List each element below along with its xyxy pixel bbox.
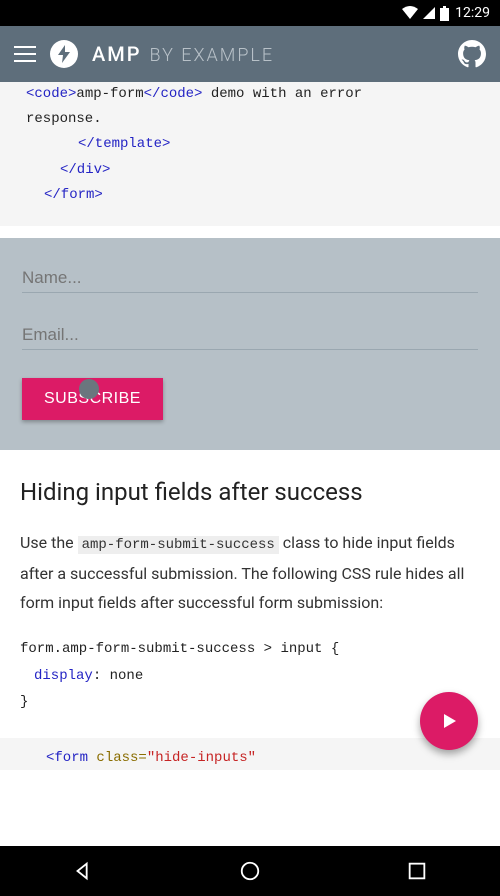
page-content[interactable]: <code>amp-form</code> demo with an error… (0, 82, 500, 846)
clock: 12:29 (455, 5, 490, 21)
amp-logo-icon (50, 40, 78, 68)
code-text: : none (93, 668, 143, 684)
code-text: </form> (44, 187, 103, 203)
code-text: <form (46, 750, 88, 766)
name-input[interactable] (22, 264, 478, 293)
menu-icon[interactable] (14, 46, 36, 62)
code-text: </code> (144, 86, 203, 102)
code-text: demo with an error (202, 86, 362, 102)
code-text: form.amp-form-submit-success > input { (20, 636, 480, 663)
code-text: amp-form (76, 86, 143, 102)
code-block-top: <code>amp-form</code> demo with an error… (0, 82, 500, 226)
section-paragraph: Use the amp-form-submit-success class to… (20, 528, 480, 618)
form-demo-card: SUBSCRIBE (0, 238, 500, 450)
code-text: } (20, 689, 480, 716)
code-text: class= (88, 750, 147, 766)
brand-main: AMP (92, 42, 142, 66)
recents-icon[interactable] (406, 860, 428, 882)
code-text: display (34, 668, 93, 684)
section-heading: Hiding input fields after success (20, 478, 480, 506)
touch-ripple-indicator (79, 379, 99, 399)
inline-code: amp-form-submit-success (78, 536, 279, 554)
code-block-bottom: <form class="hide-inputs" (0, 738, 500, 770)
wifi-icon (402, 6, 418, 20)
code-text: <code> (26, 86, 76, 102)
cell-icon (422, 6, 436, 20)
article-section: Hiding input fields after success Use th… (0, 450, 500, 628)
home-icon[interactable] (239, 860, 261, 882)
android-statusbar: 12:29 (0, 0, 500, 26)
code-text: "hide-inputs" (147, 750, 256, 766)
back-icon[interactable] (72, 860, 94, 882)
email-input[interactable] (22, 321, 478, 350)
body-text: Use the (20, 533, 78, 552)
play-fab[interactable] (420, 692, 478, 750)
battery-icon (440, 6, 449, 21)
code-text: response. (26, 107, 474, 132)
app-header: AMP BY EXAMPLE (0, 26, 500, 82)
code-text: </template> (78, 136, 170, 152)
android-navbar (0, 846, 500, 896)
play-icon (440, 712, 458, 730)
code-text: </div> (60, 162, 110, 178)
brand-sub: BY EXAMPLE (150, 45, 275, 66)
brand-title: AMP BY EXAMPLE (92, 42, 274, 66)
github-icon[interactable] (458, 40, 486, 68)
